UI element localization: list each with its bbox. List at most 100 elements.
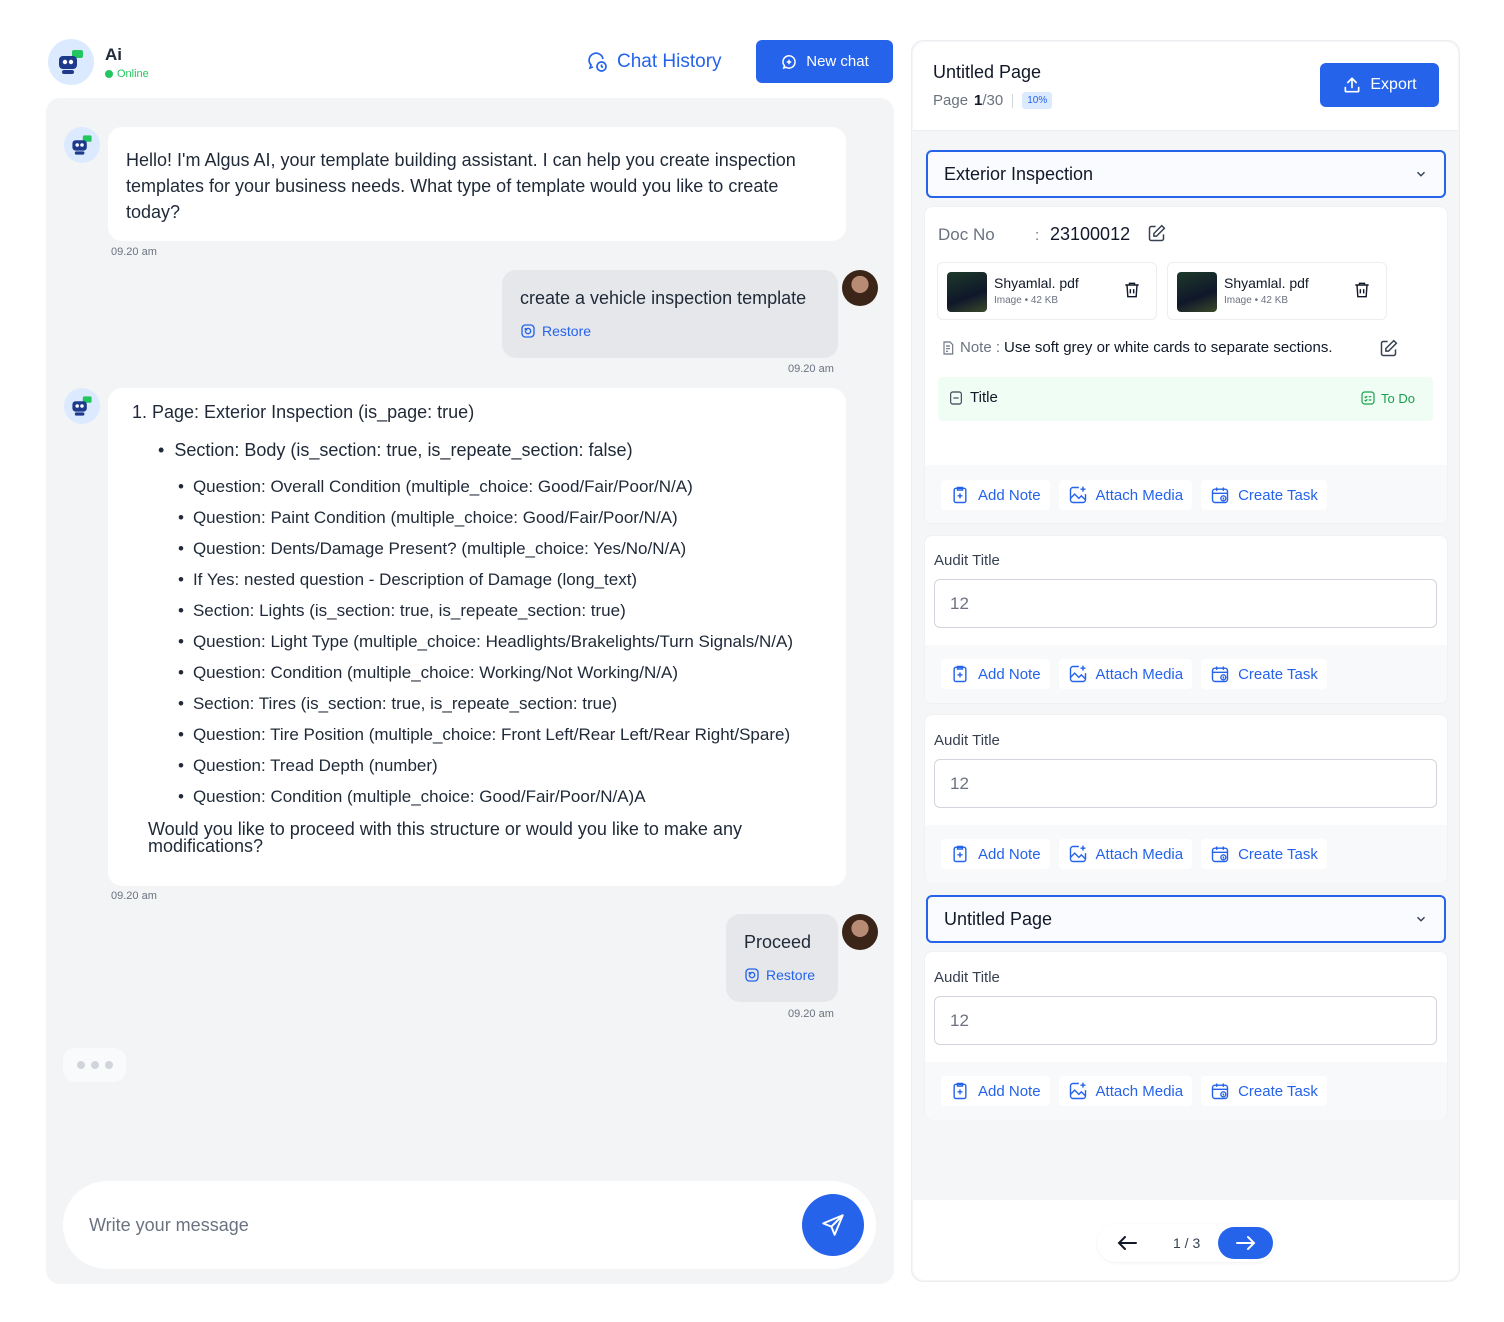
assistant-avatar [48,39,94,85]
action-bar: Add Note Attach Media Create Task [941,480,1327,510]
message-input[interactable] [89,1209,789,1241]
message-time: 09.20 am [111,246,157,258]
chevron-down-icon [1414,167,1428,181]
list-item: Question: Condition (multiple_choice: Go… [178,786,793,817]
next-page-button[interactable] [1218,1227,1273,1259]
section-dropdown[interactable]: Exterior Inspection [926,150,1446,198]
user-avatar [842,270,878,306]
page-total: /30 [982,92,1004,109]
export-button[interactable]: Export [1320,63,1439,107]
audit-title-input[interactable] [934,996,1437,1045]
file-card[interactable]: Shyamlal. pdf Image • 42 KB [937,262,1157,320]
send-icon [820,1212,846,1238]
audit-title-label: Audit Title [934,969,1000,986]
create-task-button[interactable]: Create Task [1201,839,1327,869]
file-card[interactable]: Shyamlal. pdf Image • 42 KB [1167,262,1387,320]
message-text: create a vehicle inspection template [520,288,807,308]
image-icon [1068,844,1088,864]
robot-icon [59,50,83,74]
message-time: 09.20 am [788,1008,834,1020]
chat-history-icon [585,50,609,74]
add-note-button[interactable]: Add Note [941,1076,1050,1106]
restore-label: Restore [766,967,816,983]
attach-media-button[interactable]: Attach Media [1058,659,1193,689]
note-icon [940,340,956,356]
edit-note-icon[interactable] [1378,338,1399,364]
user-avatar [842,914,878,950]
restore-button[interactable]: Restore [744,967,820,983]
file-thumbnail [947,272,987,312]
trash-icon[interactable] [1122,280,1142,305]
new-chat-label: New chat [806,53,869,70]
assistant-message: Hello! I'm Algus AI, your template build… [108,127,846,241]
audit-title-input[interactable] [934,579,1437,628]
file-meta: Image • 42 KB [1224,295,1289,306]
action-bar: Add Note Attach Media Create Task [941,839,1327,869]
doc-colon: : [1035,227,1040,244]
attach-media-button[interactable]: Attach Media [1058,839,1193,869]
add-note-icon [950,844,970,864]
doc-no-label: Doc No [938,225,995,244]
image-icon [1068,1081,1088,1101]
new-chat-button[interactable]: New chat [756,40,893,83]
page-line: 1. Page: Exterior Inspection (is_page: t… [132,402,475,422]
trash-icon[interactable] [1352,280,1372,305]
calendar-icon [1210,485,1230,505]
restore-icon [744,967,760,983]
add-note-button[interactable]: Add Note [941,480,1050,510]
pagination: 1 / 3 [1097,1224,1275,1262]
structure-list: Question: Overall Condition (multiple_ch… [178,476,793,817]
chat-history-button[interactable]: Chat History [585,50,722,74]
attach-media-button[interactable]: Attach Media [1058,480,1193,510]
list-item: Question: Light Type (multiple_choice: H… [178,631,793,662]
action-bar: Add Note Attach Media Create Task [941,659,1327,689]
message-text: Hello! I'm Algus AI, your template build… [126,150,796,222]
add-note-button[interactable]: Add Note [941,659,1050,689]
section-dropdown[interactable]: Untitled Page [926,895,1446,943]
audit-title-label: Audit Title [934,552,1000,569]
robot-icon [72,135,92,155]
add-note-icon [950,485,970,505]
note-row: Note : Use soft grey or white cards to s… [940,339,1333,356]
restore-label: Restore [542,323,592,339]
note-label: Note : [960,339,1001,356]
progress-badge: 10% [1022,92,1053,109]
status-text: Online [117,68,149,80]
send-button[interactable] [802,1194,864,1256]
file-meta: Image • 42 KB [994,295,1059,306]
restore-button[interactable]: Restore [520,323,820,339]
calendar-icon [1210,664,1230,684]
section-title: Untitled Page [944,908,1053,929]
export-label: Export [1370,76,1417,93]
upload-icon [1342,75,1362,95]
add-note-icon [950,664,970,684]
section-title: Exterior Inspection [944,163,1094,184]
action-bar: Add Note Attach Media Create Task [941,1076,1327,1106]
prev-page-button[interactable] [1108,1231,1146,1255]
image-icon [1068,485,1088,505]
doc-no-value: 23100012 [1050,224,1131,244]
closing-text: Would you like to proceed with this stru… [148,819,742,856]
section-text: Section: Body (is_section: true, is_repe… [174,440,633,460]
edit-icon[interactable] [1146,223,1167,249]
create-task-button[interactable]: Create Task [1201,659,1327,689]
title-row[interactable]: Title To Do [938,377,1433,421]
message-time: 09.20 am [111,890,157,902]
bot-avatar [64,388,100,424]
audit-title-input[interactable] [934,759,1437,808]
robot-icon [72,396,92,416]
list-item: If Yes: nested question - Description of… [178,569,793,600]
arrow-right-icon [1234,1233,1258,1253]
create-task-button[interactable]: Create Task [1201,480,1327,510]
section-line: • Section: Body (is_section: true, is_rep… [158,440,633,460]
list-item: Question: Tread Depth (number) [178,755,793,786]
list-item: Question: Paint Condition (multiple_choi… [178,507,793,538]
attach-media-button[interactable]: Attach Media [1058,1076,1193,1106]
file-name: Shyamlal. pdf [1224,275,1309,291]
user-message: create a vehicle inspection template Res… [502,270,838,358]
create-task-button[interactable]: Create Task [1201,1076,1327,1106]
new-chat-icon [780,53,798,71]
add-note-button[interactable]: Add Note [941,839,1050,869]
assistant-message: 1. Page: Exterior Inspection (is_page: t… [108,388,846,886]
list-item: Question: Overall Condition (multiple_ch… [178,476,793,507]
